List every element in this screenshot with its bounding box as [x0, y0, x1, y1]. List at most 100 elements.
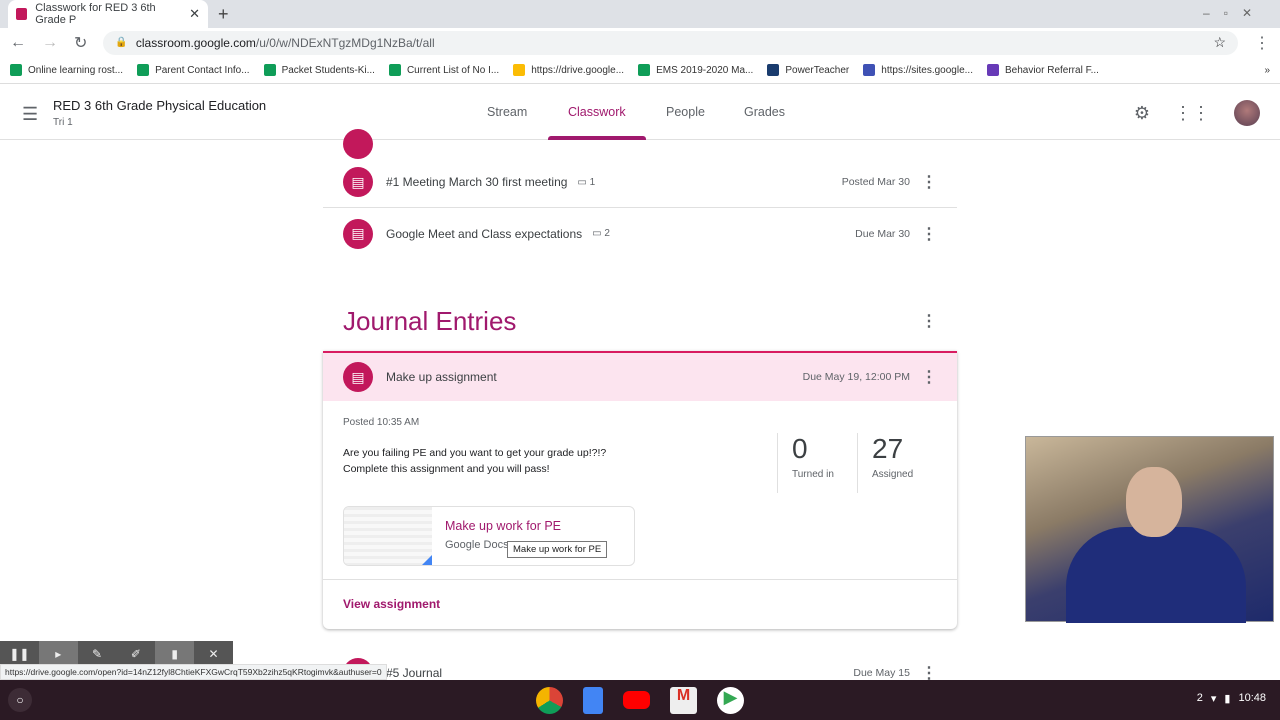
class-title[interactable]: RED 3 6th Grade Physical Education [53, 98, 266, 113]
class-subtitle: Tri 1 [53, 117, 73, 128]
item-date: Due May 15 [853, 666, 910, 679]
person-face [1126, 467, 1182, 537]
browser-tab[interactable]: Classwork for RED 3 6th Grade P ✕ [8, 0, 208, 28]
comment-count: 2 [604, 228, 610, 239]
settings-gear-icon[interactable]: ⚙ [1134, 103, 1150, 124]
reload-icon[interactable]: ↻ [74, 33, 87, 53]
bookmark-item[interactable]: https://sites.google... [863, 64, 973, 76]
list-item[interactable]: ▤ #1 Meeting March 30 first meeting ▭ 1 … [323, 157, 957, 208]
bookmark-label: Parent Contact Info... [155, 64, 250, 76]
assignment-due: Due May 19, 12:00 PM [802, 371, 910, 383]
bookmark-label: https://drive.google... [531, 64, 625, 76]
comment-count: 1 [589, 176, 596, 188]
bookmark-item[interactable]: PowerTeacher [767, 64, 849, 76]
list-item[interactable]: ▤ Google Meet and Class expectations ▭ 2… [323, 208, 957, 259]
assignment-icon: ▤ [343, 218, 373, 249]
assignment-description: Are you failing PE and you want to get y… [343, 447, 607, 475]
wifi-icon: ▾ [1210, 693, 1217, 705]
turned-in-stat[interactable]: 0 Turned in [777, 433, 834, 493]
toolbar: ← → ↻ 🔒 classroom.google.com/u/0/w/NDExN… [0, 28, 1280, 57]
bookmark-icon [137, 64, 150, 76]
assignment-icon [343, 129, 373, 159]
bookmark-icon [513, 64, 526, 76]
docs-icon[interactable] [583, 686, 603, 714]
more-options-icon[interactable]: ⋮ [921, 367, 937, 387]
item-title: Google Meet and Class expectations [386, 226, 583, 241]
play-store-icon[interactable]: ▶ [717, 686, 744, 714]
more-bookmarks-icon[interactable]: » [1264, 65, 1270, 76]
system-tray[interactable]: 2 ▾ ▮ 10:48 [1197, 692, 1266, 705]
assignment-header[interactable]: ▤ Make up assignment Due May 19, 12:00 P… [323, 353, 957, 401]
lock-icon: 🔒 [115, 37, 128, 48]
webcam-overlay [1025, 436, 1274, 623]
classroom-favicon-icon [16, 8, 28, 20]
launcher-icon[interactable]: ○ [8, 688, 32, 712]
url-host: classroom.google.com [135, 35, 256, 50]
apps-grid-icon[interactable]: ⋮⋮ [1174, 103, 1210, 124]
close-tab-icon[interactable]: ✕ [189, 6, 200, 22]
url-path: /u/0/w/NDExNTgzMDg1NzBa/t/all [255, 35, 435, 50]
bookmark-label: EMS 2019-2020 Ma... [656, 64, 754, 76]
assignment-icon: ▤ [343, 362, 373, 392]
tooltip: Make up work for PE [507, 541, 608, 558]
back-icon[interactable]: ← [10, 34, 26, 52]
bookmark-label: https://sites.google... [881, 64, 973, 76]
bookmark-icon [388, 64, 401, 76]
topic-options-icon[interactable]: ⋮ [921, 311, 937, 331]
turned-in-label: Turned in [792, 469, 834, 480]
assigned-label: Assigned [872, 469, 914, 480]
bookmark-icon [986, 64, 999, 76]
active-tab-indicator [548, 136, 646, 140]
browser-menu-icon[interactable]: ⋮ [1254, 33, 1270, 53]
bookmark-label: Behavior Referral F... [1004, 64, 1099, 76]
assigned-stat[interactable]: 27 Assigned [857, 433, 913, 493]
address-bar[interactable]: 🔒 classroom.google.com/u/0/w/NDExNTgzMDg… [103, 30, 1238, 55]
tab-classwork[interactable]: Classwork [568, 105, 626, 119]
assignment-icon: ▤ [343, 167, 373, 197]
bookmark-icon [10, 64, 22, 76]
bookmark-item[interactable]: Online learning rost... [10, 64, 123, 76]
bookmark-item[interactable]: Current List of No I... [388, 64, 500, 76]
bookmark-item[interactable]: Behavior Referral F... [986, 64, 1099, 76]
bookmark-icon [767, 64, 780, 76]
youtube-icon[interactable] [623, 691, 650, 709]
item-date: Posted Mar 30 [841, 176, 910, 188]
link-status-bar: https://drive.google.com/open?id=14nZ12f… [0, 664, 387, 680]
tab-people[interactable]: People [666, 105, 705, 119]
item-title: #5 Journal [386, 665, 443, 680]
more-options-icon[interactable]: ⋮ [921, 224, 937, 244]
assigned-count: 27 [872, 433, 904, 464]
bookmark-label: Current List of No I... [406, 64, 500, 76]
os-shelf: ○ M ▶ 2 ▾ ▮ 10:48 [0, 680, 1280, 720]
more-options-icon[interactable]: ⋮ [921, 172, 937, 192]
bookmark-item[interactable]: https://drive.google... [513, 64, 624, 76]
bookmark-item[interactable]: Packet Students-Ki... [263, 64, 375, 76]
main-menu-icon[interactable]: ☰ [22, 104, 38, 125]
star-icon[interactable]: ☆ [1213, 34, 1226, 51]
attachment-type: Google Docs [445, 539, 509, 551]
view-assignment-link[interactable]: View assignment [343, 597, 440, 611]
avatar[interactable] [1234, 100, 1260, 126]
bookmark-item[interactable]: Parent Contact Info... [137, 64, 250, 76]
item-title: #1 Meeting March 30 first meeting [386, 175, 568, 189]
forward-icon[interactable]: → [42, 34, 58, 52]
bookmark-label: Online learning rost... [28, 64, 124, 76]
doc-thumbnail [344, 507, 432, 565]
tab-stream[interactable]: Stream [487, 105, 527, 119]
classroom-header: ☰ RED 3 6th Grade Physical Education Tri… [0, 86, 1280, 140]
bookmark-icon [863, 64, 876, 76]
assignment-card: ▤ Make up assignment Due May 19, 12:00 P… [323, 351, 957, 629]
person-hoodie [1066, 527, 1246, 623]
gmail-icon[interactable]: M [670, 686, 697, 714]
battery-icon: ▮ [1224, 693, 1231, 705]
bookmark-icon [263, 64, 276, 76]
comment-icon: ▭ 1 [577, 176, 596, 188]
chrome-icon[interactable] [536, 686, 563, 714]
window-controls[interactable]: –▫✕ [1203, 6, 1266, 20]
bookmark-item[interactable]: EMS 2019-2020 Ma... [638, 64, 753, 76]
tab-grades[interactable]: Grades [744, 105, 785, 119]
posted-time: Posted 10:35 AM [343, 417, 420, 428]
new-tab-icon[interactable]: + [218, 4, 229, 25]
bookmark-icon [638, 64, 651, 76]
assignment-title: Make up assignment [386, 370, 497, 384]
